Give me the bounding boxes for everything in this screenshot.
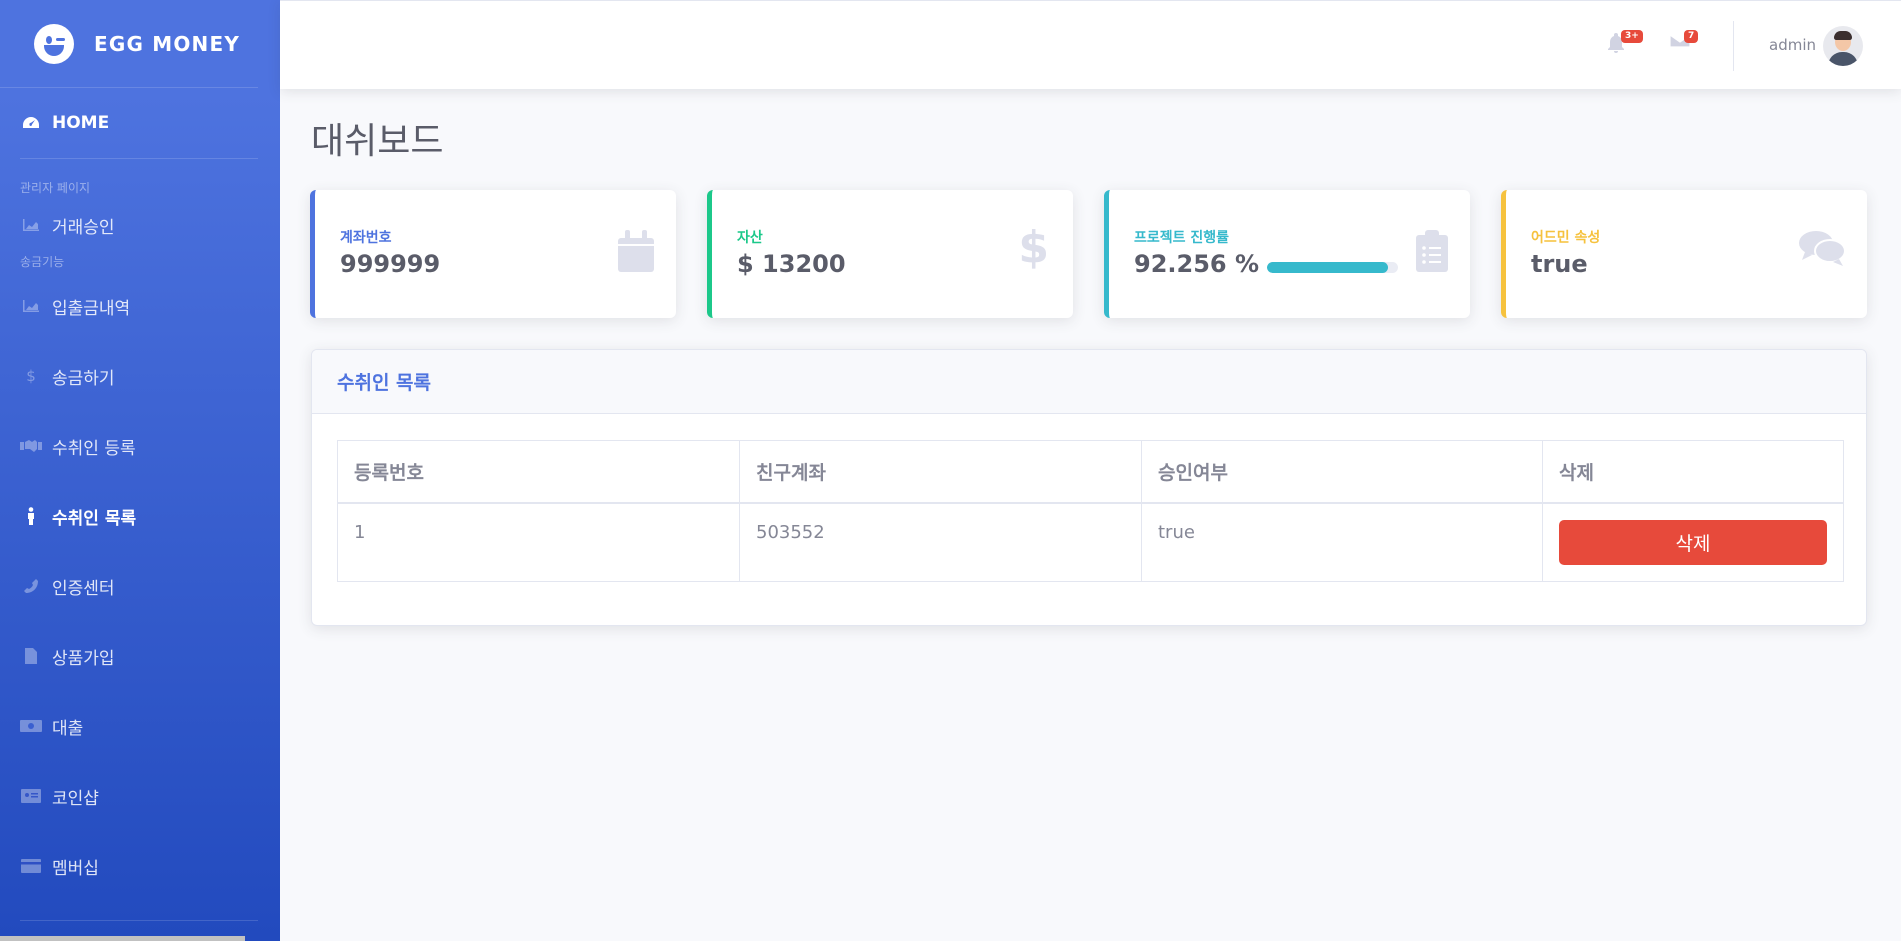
stat-card-progress: 프로젝트 진행률 92.256 % [1104, 190, 1470, 318]
sidebar-item-transfer[interactable]: $ 송금하기 [0, 341, 280, 411]
topbar-divider [1733, 21, 1734, 71]
chart-area-icon [20, 298, 42, 314]
alerts-dropdown[interactable]: 3+ [1607, 30, 1643, 57]
phone-icon [20, 578, 42, 594]
stat-value: $ 13200 [737, 250, 846, 278]
stat-label: 계좌번호 [340, 230, 392, 246]
sidebar-item-label: 송금하기 [52, 368, 115, 389]
sidebar-item-home[interactable]: HOME [0, 88, 280, 158]
sidebar-heading-admin: 관리자 페이지 [20, 181, 91, 195]
stat-label: 프로젝트 진행률 [1134, 230, 1230, 246]
chart-area-icon [20, 217, 42, 233]
sidebar-item-label: 수취인 등록 [52, 438, 136, 459]
topbar: 3+ 7 admin [280, 0, 1901, 89]
table-header-row: 등록번호 친구계좌 승인여부 삭제 [337, 440, 1844, 504]
alerts-badge: 3+ [1621, 30, 1643, 43]
table-row: 1 503552 true 삭제 [337, 502, 1844, 582]
column-header: 삭제 [1542, 440, 1844, 504]
sidebar-divider [20, 158, 258, 159]
messages-dropdown[interactable]: 7 [1669, 30, 1699, 53]
avatar[interactable] [1823, 26, 1863, 66]
progress-bar [1267, 262, 1398, 273]
sidebar-heading-transfer: 송금기능 [20, 255, 65, 269]
sidebar-item-label: 수취인 목록 [52, 508, 137, 529]
column-header: 승인여부 [1141, 440, 1543, 504]
cell-account: 503552 [739, 502, 1142, 582]
sidebar-item-membership[interactable]: 멤버십 [0, 831, 280, 901]
progress-fill [1267, 262, 1388, 273]
sidebar-divider [20, 920, 258, 921]
person-icon [20, 507, 42, 525]
brand-name: EGG MONEY [94, 31, 241, 56]
sidebar: EGG MONEY HOME 관리자 페이지 거래승인 송금기능 입출금내역 $… [0, 0, 280, 941]
sidebar-item-label: 인증센터 [52, 578, 115, 599]
stat-card-account: 계좌번호 999999 [310, 190, 676, 318]
recipients-card: 수취인 목록 등록번호 친구계좌 승인여부 삭제 1 503552 true 삭… [311, 349, 1867, 626]
tachometer-icon [20, 115, 42, 131]
column-header: 등록번호 [337, 440, 740, 504]
sidebar-item-auth-center[interactable]: 인증센터 [0, 551, 280, 621]
dollar-icon: $ [26, 367, 36, 385]
user-name[interactable]: admin [1769, 36, 1816, 54]
sidebar-item-history[interactable]: 입출금내역 [0, 271, 280, 341]
stat-value: 92.256 % [1134, 250, 1260, 278]
brand-logo-icon [34, 23, 74, 64]
delete-button[interactable]: 삭제 [1559, 519, 1827, 565]
cell-approved: true [1141, 502, 1543, 582]
comments-icon [1799, 230, 1846, 270]
cell-id: 1 [337, 502, 740, 582]
sidebar-item-label: 입출금내역 [52, 298, 131, 319]
stat-card-admin-attr: 어드민 속성 true [1501, 190, 1867, 318]
stat-card-assets: 자산 $ 13200 $ [707, 190, 1073, 318]
recipients-table: 등록번호 친구계좌 승인여부 삭제 1 503552 true 삭제 [337, 440, 1844, 582]
horizontal-scrollbar[interactable] [0, 936, 245, 941]
cell-action: 삭제 [1542, 502, 1844, 582]
sidebar-item-trade-approval[interactable]: 거래승인 [0, 197, 280, 253]
sidebar-item-recipient-list[interactable]: 수취인 목록 [0, 481, 280, 551]
sidebar-item-label: 코인샵 [52, 788, 99, 809]
messages-badge: 7 [1684, 30, 1699, 43]
brand[interactable]: EGG MONEY [0, 0, 258, 88]
stat-label: 어드민 속성 [1531, 230, 1601, 246]
id-card-icon [20, 788, 42, 804]
sidebar-item-label: 거래승인 [52, 217, 115, 238]
sidebar-item-coin-shop[interactable]: 코인샵 [0, 761, 280, 831]
sidebar-item-label: 대출 [52, 718, 84, 739]
stat-value: 999999 [340, 250, 441, 278]
money-bill-icon [20, 718, 42, 734]
stat-value: true [1531, 250, 1588, 278]
sidebar-item-loan[interactable]: 대출 [0, 691, 280, 761]
credit-card-icon [20, 858, 42, 874]
sidebar-item-label: 멤버십 [52, 858, 99, 879]
sidebar-item-label: 상품가입 [52, 648, 115, 669]
handshake-icon [20, 438, 42, 454]
stat-label: 자산 [737, 230, 763, 246]
sidebar-item-product-signup[interactable]: 상품가입 [0, 621, 280, 691]
dollar-icon: $ [1018, 222, 1049, 273]
calendar-icon [618, 230, 654, 276]
card-title: 수취인 목록 [337, 372, 432, 394]
column-header: 친구계좌 [739, 440, 1142, 504]
clipboard-list-icon [1416, 230, 1448, 276]
sidebar-item-recipient-register[interactable]: 수취인 등록 [0, 411, 280, 481]
sidebar-item-label: HOME [52, 113, 110, 133]
page-title: 대쉬보드 [311, 121, 444, 162]
card-header: 수취인 목록 [312, 350, 1866, 414]
file-icon [20, 648, 42, 664]
